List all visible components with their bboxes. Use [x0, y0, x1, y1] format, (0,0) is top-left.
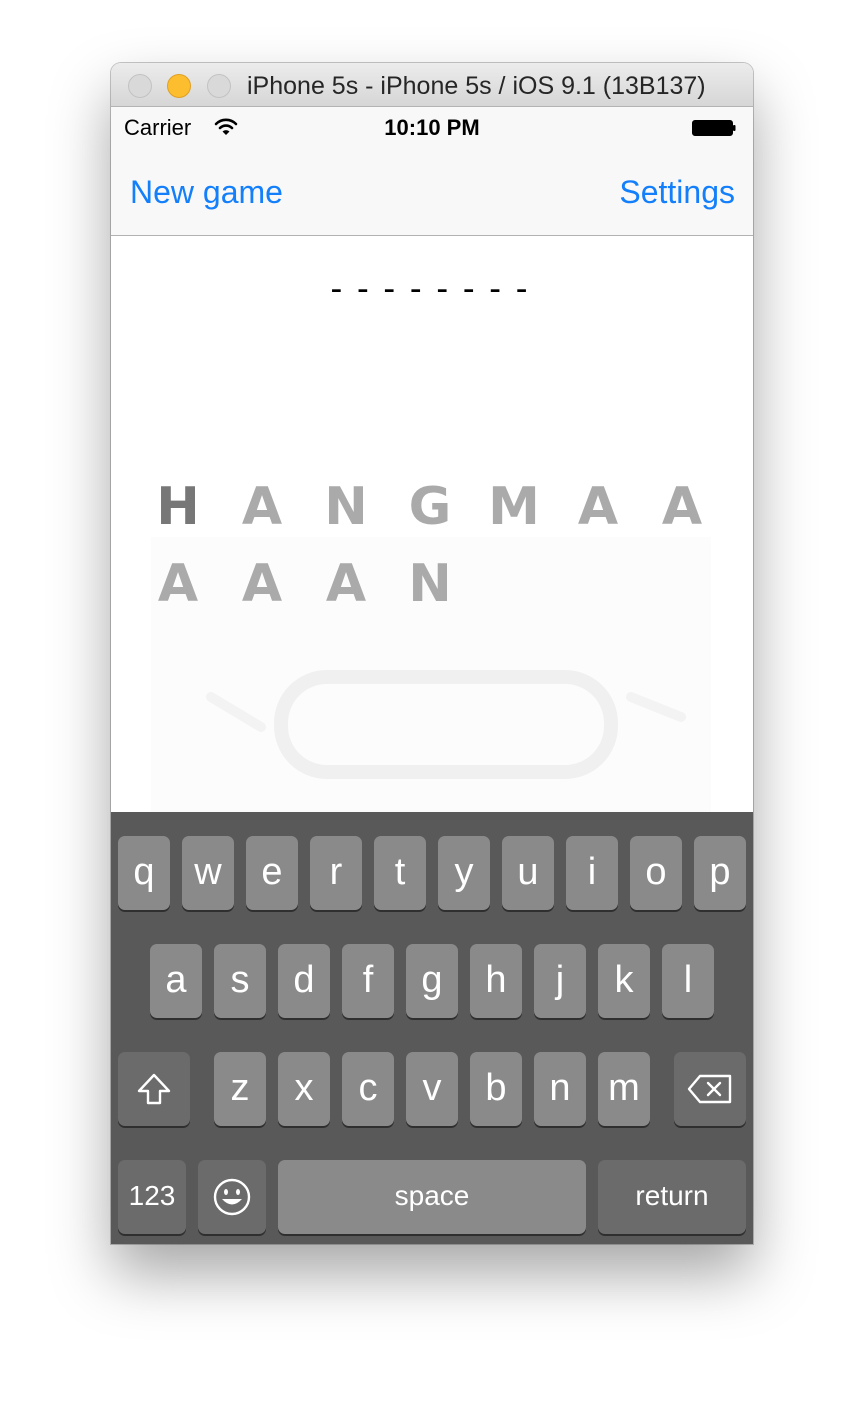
- numbers-key[interactable]: 123: [118, 1160, 186, 1234]
- key-t[interactable]: t: [374, 836, 426, 910]
- splash-letter: A: [661, 477, 703, 537]
- shift-key[interactable]: [118, 1052, 190, 1126]
- return-key[interactable]: return: [598, 1160, 746, 1234]
- key-i[interactable]: i: [566, 836, 618, 910]
- key-s[interactable]: s: [214, 944, 266, 1018]
- key-b[interactable]: b: [470, 1052, 522, 1126]
- splash-letter: G: [408, 477, 452, 537]
- key-m[interactable]: m: [598, 1052, 650, 1126]
- key-h[interactable]: h: [470, 944, 522, 1018]
- space-key[interactable]: space: [278, 1160, 586, 1234]
- splash-letter: A: [325, 554, 367, 614]
- key-x[interactable]: x: [278, 1052, 330, 1126]
- hidden-word: --------: [326, 269, 538, 309]
- keyboard: q w e r t y u i o p a s d f g h j k l z …: [111, 812, 753, 1244]
- key-u[interactable]: u: [502, 836, 554, 910]
- splash-letter: N: [324, 477, 368, 537]
- simulator-window: iPhone 5s - iPhone 5s / iOS 9.1 (13B137)…: [111, 63, 753, 1244]
- shift-icon: [137, 1073, 171, 1105]
- key-o[interactable]: o: [630, 836, 682, 910]
- emoji-key[interactable]: [198, 1160, 266, 1234]
- splash-letter: A: [157, 554, 199, 614]
- splash-letter: N: [408, 554, 452, 614]
- key-v[interactable]: v: [406, 1052, 458, 1126]
- key-g[interactable]: g: [406, 944, 458, 1018]
- key-p[interactable]: p: [694, 836, 746, 910]
- hangman-splash-letters: H A N G M A A A A A N: [151, 477, 711, 657]
- close-window-button[interactable]: [128, 74, 152, 98]
- delete-key[interactable]: [674, 1052, 746, 1126]
- backspace-icon: [687, 1074, 732, 1104]
- splash-letter: M: [488, 477, 540, 537]
- status-bar: Carrier 10:10 PM: [111, 107, 753, 147]
- device-screen: Carrier 10:10 PM New game Settings -----…: [111, 107, 753, 1244]
- window-titlebar: iPhone 5s - iPhone 5s / iOS 9.1 (13B137): [111, 63, 753, 107]
- key-j[interactable]: j: [534, 944, 586, 1018]
- navigation-bar: New game Settings: [111, 147, 753, 236]
- emoji-icon: [213, 1178, 251, 1216]
- zoom-window-button[interactable]: [207, 74, 231, 98]
- key-w[interactable]: w: [182, 836, 234, 910]
- settings-button[interactable]: Settings: [619, 147, 735, 237]
- splash-letter: A: [577, 477, 619, 537]
- splash-letter: A: [241, 554, 283, 614]
- key-c[interactable]: c: [342, 1052, 394, 1126]
- key-y[interactable]: y: [438, 836, 490, 910]
- splash-letter: H: [156, 477, 200, 537]
- new-game-button[interactable]: New game: [130, 147, 283, 237]
- key-e[interactable]: e: [246, 836, 298, 910]
- key-k[interactable]: k: [598, 944, 650, 1018]
- window-title: iPhone 5s - iPhone 5s / iOS 9.1 (13B137): [247, 72, 706, 100]
- key-f[interactable]: f: [342, 944, 394, 1018]
- key-r[interactable]: r: [310, 836, 362, 910]
- battery-icon: [692, 120, 736, 136]
- key-q[interactable]: q: [118, 836, 170, 910]
- splash-letter: A: [241, 477, 283, 537]
- key-l[interactable]: l: [662, 944, 714, 1018]
- status-time: 10:10 PM: [384, 115, 480, 140]
- key-n[interactable]: n: [534, 1052, 586, 1126]
- key-z[interactable]: z: [214, 1052, 266, 1126]
- key-d[interactable]: d: [278, 944, 330, 1018]
- minimize-window-button[interactable]: [167, 74, 191, 98]
- key-a[interactable]: a: [150, 944, 202, 1018]
